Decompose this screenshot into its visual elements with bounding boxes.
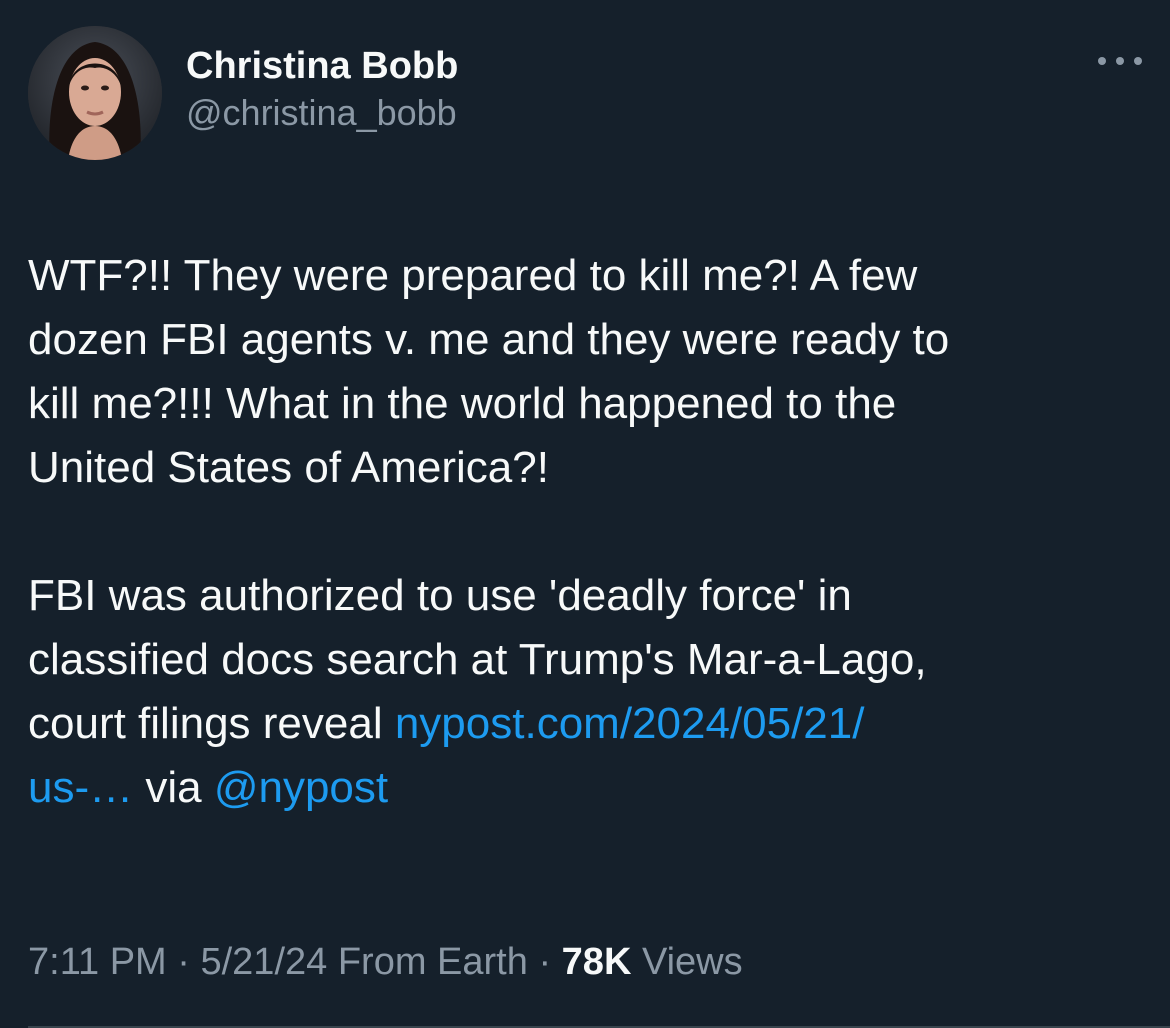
mention-link[interactable]: @nypost: [214, 763, 388, 812]
meta-separator: ·: [527, 941, 562, 983]
tweet-time[interactable]: 7:11 PM: [28, 941, 167, 983]
tweet-paragraph-2: FBI was authorized to use 'deadly force'…: [28, 564, 1138, 820]
profile-photo: [28, 26, 162, 160]
tweet-header: Christina Bobb @christina_bobb: [28, 26, 1142, 160]
tweet-source: From Earth: [327, 941, 528, 983]
views-label: Views: [631, 941, 743, 983]
display-name[interactable]: Christina Bobb: [186, 42, 458, 90]
tweet-meta: 7:11 PM · 5/21/24 From Earth · 78K Views: [28, 936, 743, 988]
dot: [1116, 57, 1124, 65]
tweet-paragraph-1: WTF?!! They were prepared to kill me?! A…: [28, 251, 950, 492]
tweet-card: Christina Bobb @christina_bobb WTF?!! Th…: [0, 0, 1170, 1028]
tweet-text: WTF?!! They were prepared to kill me?! A…: [28, 244, 1138, 820]
avatar[interactable]: [28, 26, 162, 160]
meta-separator: ·: [166, 941, 201, 983]
views-count[interactable]: 78K: [562, 941, 632, 983]
tweet-date[interactable]: 5/21/24: [200, 941, 327, 983]
user-handle[interactable]: @christina_bobb: [186, 90, 458, 136]
dot: [1134, 57, 1142, 65]
author-names: Christina Bobb @christina_bobb: [186, 42, 458, 136]
more-horizontal-icon[interactable]: [1098, 50, 1142, 72]
dot: [1098, 57, 1106, 65]
via-text: via: [133, 763, 214, 812]
